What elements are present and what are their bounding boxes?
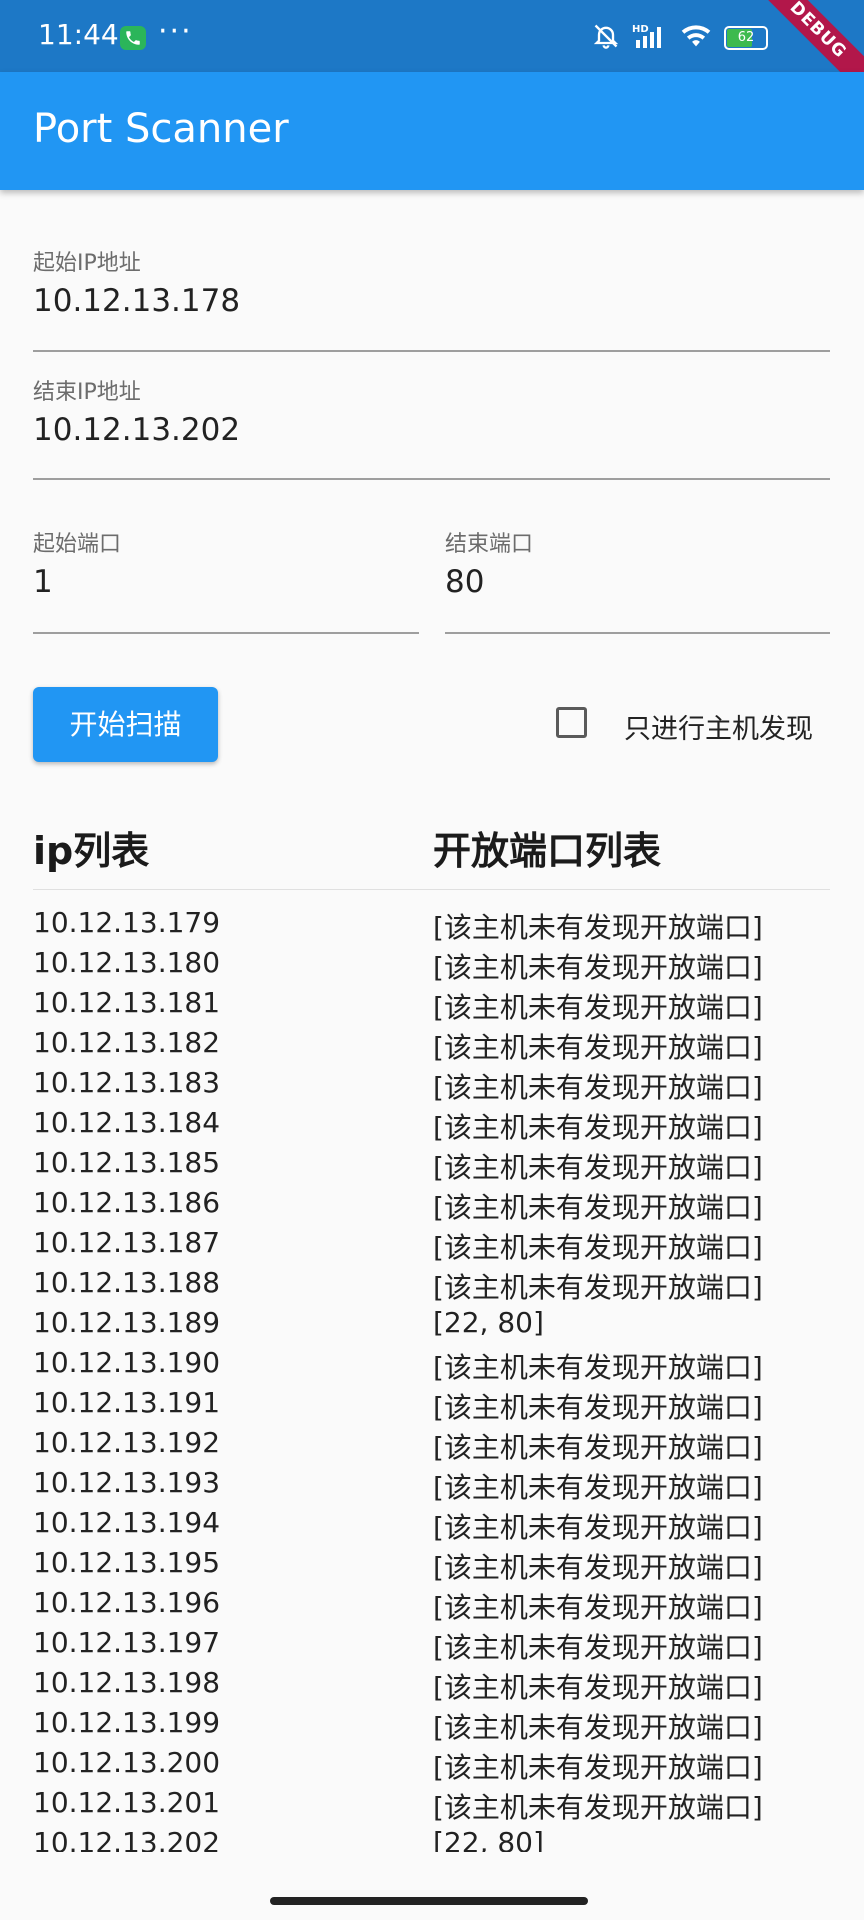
end-ip-input[interactable]: 10.12.13.202 [33,412,240,448]
result-row: 10.12.13.189 [22, 80] [0,1300,864,1340]
result-row: 10.12.13.183 [该主机未有发现开放端口] [0,1060,864,1104]
result-row: 10.12.13.192 [该主机未有发现开放端口] [0,1420,864,1464]
ip-address: 10.12.13.188 [33,1266,221,1299]
ip-address: 10.12.13.197 [33,1626,221,1659]
ip-list-header: ip列表 [33,829,150,873]
start-scan-button[interactable]: 开始扫描 [33,687,218,762]
ip-address: 10.12.13.191 [33,1386,221,1419]
wifi-icon [680,23,712,53]
more-notifications-icon: ··· [158,14,193,49]
result-row: 10.12.13.182 [该主机未有发现开放端口] [0,1020,864,1064]
ip-address: 10.12.13.194 [33,1506,221,1539]
ip-address: 10.12.13.185 [33,1146,221,1179]
status-icons: HD 62 [592,20,768,56]
ip-address: 10.12.13.200 [33,1746,221,1779]
status-time: 11:44 [38,18,119,51]
result-row: 10.12.13.179 [该主机未有发现开放端口] [0,900,864,944]
result-row: 10.12.13.184 [该主机未有发现开放端口] [0,1100,864,1144]
result-row: 10.12.13.181 [该主机未有发现开放端口] [0,980,864,1024]
ip-address: 10.12.13.187 [33,1226,221,1259]
start-port-label: 起始端口 [33,532,122,557]
result-row: 10.12.13.185 [该主机未有发现开放端口] [0,1140,864,1184]
result-row: 10.12.13.191 [该主机未有发现开放端口] [0,1380,864,1424]
phone-call-icon [120,26,146,50]
end-port-label: 结束端口 [445,532,534,557]
battery-level: 62 [737,30,755,45]
result-row: 10.12.13.198 [该主机未有发现开放端口] [0,1660,864,1704]
ip-address: 10.12.13.198 [33,1666,221,1699]
start-ip-input[interactable]: 10.12.13.178 [33,283,240,319]
host-discovery-checkbox[interactable] [556,707,587,738]
result-row: 10.12.13.199 [该主机未有发现开放端口] [0,1700,864,1744]
result-row: 10.12.13.188 [该主机未有发现开放端口] [0,1260,864,1304]
ip-address: 10.12.13.183 [33,1066,221,1099]
result-row: 10.12.13.194 [该主机未有发现开放端口] [0,1500,864,1544]
mute-bell-icon [592,22,620,54]
result-row: 10.12.13.195 [该主机未有发现开放端口] [0,1540,864,1584]
ip-address: 10.12.13.192 [33,1426,221,1459]
result-row: 10.12.13.197 [该主机未有发现开放端口] [0,1620,864,1664]
end-ip-label: 结束IP地址 [33,380,141,405]
result-row: 10.12.13.196 [该主机未有发现开放端口] [0,1580,864,1624]
end-port-input[interactable]: 80 [445,564,484,600]
host-discovery-label[interactable]: 只进行主机发现 [624,707,813,746]
signal-icon: HD [632,22,668,54]
ip-address: 10.12.13.196 [33,1586,221,1619]
ip-address: 10.12.13.179 [33,906,221,939]
ip-address: 10.12.13.181 [33,986,221,1019]
ip-address: 10.12.13.182 [33,1026,221,1059]
ip-address: 10.12.13.189 [33,1306,221,1339]
ip-address: 10.12.13.190 [33,1346,221,1379]
result-row: 10.12.13.190 [该主机未有发现开放端口] [0,1340,864,1384]
end-port-field[interactable]: 结束端口 80 [445,526,830,634]
ip-address: 10.12.13.186 [33,1186,221,1219]
end-ip-field[interactable]: 结束IP地址 10.12.13.202 [33,374,830,480]
home-indicator[interactable] [270,1897,588,1905]
result-row: 10.12.13.202 [22, 80] [0,1820,864,1852]
result-row: 10.12.13.180 [该主机未有发现开放端口] [0,940,864,984]
ip-address: 10.12.13.199 [33,1706,221,1739]
header-divider [33,889,830,890]
app-title: Port Scanner [33,106,289,152]
open-ports-header: 开放端口列表 [433,829,662,873]
result-row: 10.12.13.186 [该主机未有发现开放端口] [0,1180,864,1224]
result-row: 10.12.13.187 [该主机未有发现开放端口] [0,1220,864,1264]
ip-address: 10.12.13.180 [33,946,221,979]
start-port-input[interactable]: 1 [33,564,53,600]
result-row: 10.12.13.193 [该主机未有发现开放端口] [0,1460,864,1504]
ip-address: 10.12.13.202 [33,1826,221,1852]
results-list[interactable]: 10.12.13.179 [该主机未有发现开放端口] 10.12.13.180 [该… [0,900,864,1852]
ip-address: 10.12.13.201 [33,1786,221,1819]
network-type-label: HD [632,24,649,35]
ip-address: 10.12.13.184 [33,1106,221,1139]
app-bar: Port Scanner [0,72,864,190]
start-port-field[interactable]: 起始端口 1 [33,526,419,634]
battery-icon: 62 [724,26,768,50]
result-row: 10.12.13.201 [该主机未有发现开放端口] [0,1780,864,1824]
open-ports: [22, 80] [433,1306,544,1339]
result-row: 10.12.13.200 [该主机未有发现开放端口] [0,1740,864,1784]
open-ports: [22, 80] [433,1826,544,1852]
start-ip-field[interactable]: 起始IP地址 10.12.13.178 [33,245,830,352]
ip-address: 10.12.13.193 [33,1466,221,1499]
status-bar: 11:44 ··· HD 62 DEBUG [0,0,864,111]
start-ip-label: 起始IP地址 [33,251,141,276]
ip-address: 10.12.13.195 [33,1546,221,1579]
